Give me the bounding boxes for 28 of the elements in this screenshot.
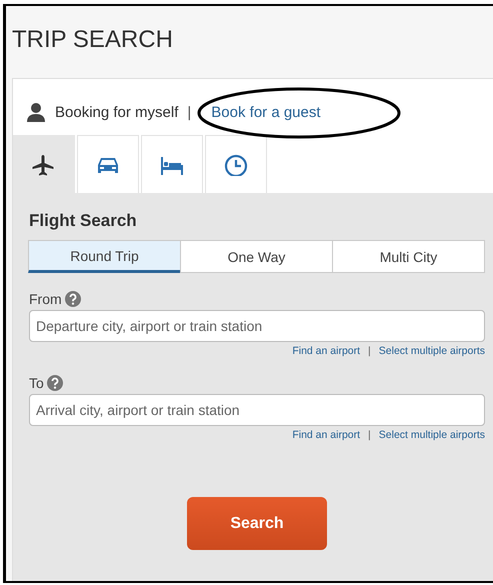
find-airport-link[interactable]: Find an airport (292, 345, 360, 357)
separator: | (368, 429, 371, 441)
multiple-airports-link[interactable]: Select multiple airports (378, 429, 485, 441)
clock-icon (224, 154, 248, 176)
find-airport-link[interactable]: Find an airport (292, 429, 360, 441)
help-icon (64, 291, 81, 307)
field-label: From (29, 291, 62, 307)
person-icon (27, 102, 45, 122)
category-tab[interactable] (13, 135, 75, 193)
trip-type-option[interactable]: Round Trip (28, 240, 181, 273)
category-tab[interactable] (205, 135, 267, 193)
search-button[interactable]: Search (187, 497, 327, 550)
separator: | (368, 345, 371, 357)
location-input[interactable]: Departure city, airport or train station (29, 310, 485, 342)
section-heading: Flight Search (29, 211, 138, 231)
field-label: To (29, 375, 44, 391)
booking-status: Booking for myself (55, 104, 178, 120)
trip-type-option[interactable]: One Way (180, 240, 333, 273)
guest-link[interactable]: Book for a guest (211, 104, 321, 120)
category-tab[interactable] (77, 135, 139, 193)
multiple-airports-link[interactable]: Select multiple airports (378, 345, 485, 357)
page-title: TRIP SEARCH (11, 25, 174, 55)
location-input[interactable]: Arrival city, airport or train station (29, 394, 485, 426)
separator: | (187, 104, 192, 120)
airplane-icon (32, 154, 56, 176)
help-icon (46, 375, 63, 391)
trip-type-option[interactable]: Multi City (332, 240, 485, 273)
category-tab[interactable] (141, 135, 203, 193)
